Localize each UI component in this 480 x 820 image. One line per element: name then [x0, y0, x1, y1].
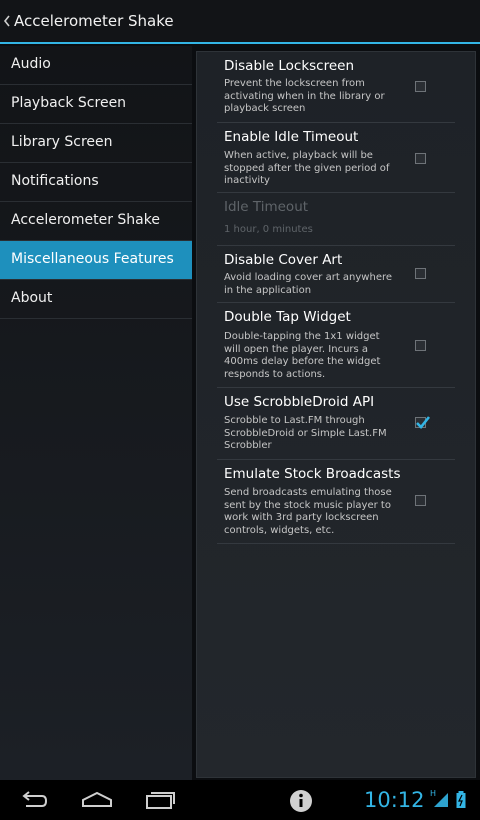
pref-summary: Avoid loading cover art anywhere in the …: [224, 272, 393, 296]
pref-title: Double Tap Widget: [224, 309, 351, 325]
pref-enable-idle-timeout[interactable]: Enable Idle Timeout When active, playbac…: [217, 123, 455, 193]
use-scrobbledroid-api-checkbox[interactable]: [415, 416, 431, 429]
emulate-stock-broadcasts-checkbox[interactable]: [415, 495, 426, 506]
double-tap-widget-checkbox[interactable]: [415, 340, 426, 351]
disable-cover-art-checkbox[interactable]: [415, 268, 426, 279]
pref-title: Enable Idle Timeout: [224, 129, 359, 145]
sidebar-item-library-screen[interactable]: Library Screen: [0, 124, 192, 163]
sidebar-item-label: Library Screen: [11, 134, 113, 150]
disable-lockscreen-checkbox[interactable]: [415, 81, 426, 92]
status-clock: 10:12: [364, 788, 425, 812]
sidebar-item-notifications[interactable]: Notifications: [0, 163, 192, 202]
pref-title: Idle Timeout: [224, 199, 309, 215]
preferences-pane: Disable Lockscreen Prevent the lockscree…: [196, 51, 476, 778]
recent-apps-icon[interactable]: [145, 790, 177, 810]
pref-emulate-stock-broadcasts[interactable]: Emulate Stock Broadcasts Send broadcasts…: [217, 460, 455, 544]
pref-disable-cover-art[interactable]: Disable Cover Art Avoid loading cover ar…: [217, 246, 455, 303]
sidebar-item-playback-screen[interactable]: Playback Screen: [0, 85, 192, 124]
pref-title: Emulate Stock Broadcasts: [224, 466, 401, 482]
sidebar-item-about[interactable]: About: [0, 280, 192, 319]
pref-disable-lockscreen[interactable]: Disable Lockscreen Prevent the lockscree…: [217, 52, 455, 123]
system-bar: 10:12 H: [0, 780, 480, 820]
action-bar: Accelerometer Shake: [0, 0, 480, 44]
sidebar-item-label: Notifications: [11, 173, 99, 189]
home-icon[interactable]: [80, 790, 114, 810]
pref-summary: Prevent the lockscreen from activating w…: [224, 78, 385, 114]
chevron-left-icon[interactable]: [2, 13, 12, 29]
enable-idle-timeout-checkbox[interactable]: [415, 153, 426, 164]
sidebar-item-label: About: [11, 290, 53, 306]
sidebar-item-label: Accelerometer Shake: [11, 212, 160, 228]
signal-icon: [434, 793, 448, 807]
sidebar-item-accelerometer-shake[interactable]: Accelerometer Shake: [0, 202, 192, 241]
app-title[interactable]: Accelerometer Shake: [14, 12, 174, 30]
info-icon[interactable]: [289, 789, 313, 813]
battery-icon: [456, 791, 466, 808]
pref-idle-timeout[interactable]: Idle Timeout 1 hour, 0 minutes: [217, 193, 455, 246]
settings-category-list: Audio Playback Screen Library Screen Not…: [0, 46, 192, 780]
pref-title: Disable Cover Art: [224, 252, 343, 268]
pref-title: Use ScrobbleDroid API: [224, 394, 375, 410]
sidebar-item-label: Miscellaneous Features: [11, 251, 174, 267]
sidebar-item-label: Audio: [11, 56, 51, 72]
pref-summary: Send broadcasts emulating those sent by …: [224, 487, 392, 536]
pref-title: Disable Lockscreen: [224, 58, 355, 74]
pref-double-tap-widget[interactable]: Double Tap Widget Double-tapping the 1x1…: [217, 303, 455, 388]
pref-summary: Double-tapping the 1x1 widget will open …: [224, 331, 381, 380]
pref-summary: Scrobble to Last.FM through ScrobbleDroi…: [224, 415, 387, 451]
pref-use-scrobbledroid-api[interactable]: Use ScrobbleDroid API Scrobble to Last.F…: [217, 388, 455, 460]
pref-summary: When active, playback will be stopped af…: [224, 150, 390, 186]
sidebar-item-miscellaneous-features[interactable]: Miscellaneous Features: [0, 241, 192, 280]
checkmark-icon: [416, 416, 431, 429]
sidebar-item-label: Playback Screen: [11, 95, 127, 111]
back-arrow-icon[interactable]: [18, 790, 48, 810]
sidebar-item-audio[interactable]: Audio: [0, 46, 192, 85]
pref-summary: 1 hour, 0 minutes: [224, 224, 313, 235]
